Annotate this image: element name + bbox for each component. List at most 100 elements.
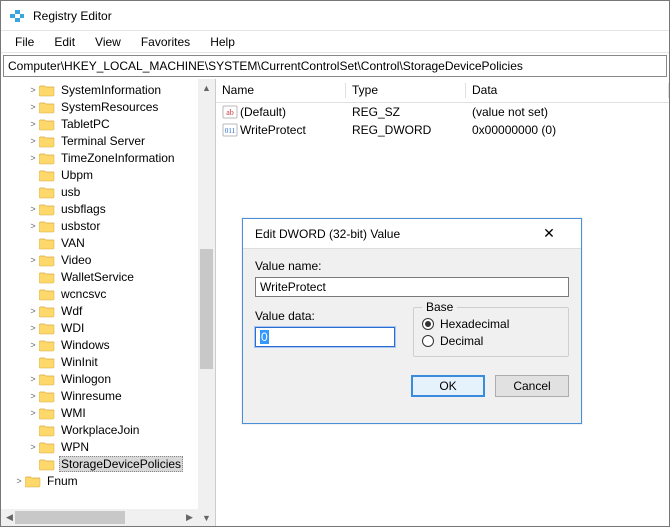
expander-icon[interactable]: > <box>27 153 39 163</box>
dialog-title: Edit DWORD (32-bit) Value <box>255 227 400 241</box>
menu-help[interactable]: Help <box>200 33 245 51</box>
column-header-data[interactable]: Data <box>466 79 669 102</box>
tree-item[interactable]: WalletService <box>3 268 215 285</box>
ok-button[interactable]: OK <box>411 375 485 397</box>
scrollbar-thumb-h[interactable] <box>15 511 125 524</box>
svg-text:ab: ab <box>226 108 234 117</box>
tree-item-label: SystemResources <box>59 100 160 114</box>
tree-item[interactable]: WorkplaceJoin <box>3 421 215 438</box>
tree-item[interactable]: WinInit <box>3 353 215 370</box>
valuedata-input[interactable]: 0 <box>255 327 395 347</box>
cancel-button[interactable]: Cancel <box>495 375 569 397</box>
menubar: File Edit View Favorites Help <box>1 31 669 53</box>
radio-decimal[interactable]: Decimal <box>422 334 560 348</box>
menu-favorites[interactable]: Favorites <box>131 33 200 51</box>
tree-item-label: WorkplaceJoin <box>59 423 141 437</box>
valuename-input[interactable]: WriteProtect <box>255 277 569 297</box>
tree-item-label: TabletPC <box>59 117 112 131</box>
expander-icon[interactable]: > <box>27 340 39 350</box>
dialog-titlebar[interactable]: Edit DWORD (32-bit) Value ✕ <box>243 219 581 249</box>
folder-icon <box>39 185 55 199</box>
registry-editor-icon <box>9 8 25 24</box>
folder-icon <box>39 168 55 182</box>
scrollbar-arrow-down-icon[interactable]: ▼ <box>198 509 215 526</box>
folder-icon <box>25 474 41 488</box>
values-list[interactable]: ab(Default)REG_SZ(value not set)011Write… <box>216 103 669 139</box>
tree-item[interactable]: >Winlogon <box>3 370 215 387</box>
tree-item[interactable]: > TabletPC <box>3 115 215 132</box>
folder-icon <box>39 406 55 420</box>
valuedata-text: 0 <box>260 330 269 344</box>
values-header: Name Type Data <box>216 79 669 103</box>
tree-item[interactable]: > Fnum <box>3 472 215 489</box>
tree-item[interactable]: > Video <box>3 251 215 268</box>
expander-icon[interactable]: > <box>27 323 39 333</box>
tree-scrollbar-vertical[interactable]: ▲ ▼ <box>198 79 215 526</box>
folder-icon <box>39 389 55 403</box>
folder-icon <box>39 287 55 301</box>
registry-tree[interactable]: >SystemInformation>SystemResources>Table… <box>1 81 215 489</box>
folder-icon <box>39 423 55 437</box>
expander-icon[interactable]: > <box>13 476 25 486</box>
radio-hexadecimal[interactable]: Hexadecimal <box>422 317 560 331</box>
menu-edit[interactable]: Edit <box>44 33 85 51</box>
expander-icon[interactable]: > <box>27 306 39 316</box>
expander-icon[interactable]: > <box>27 374 39 384</box>
tree-item[interactable]: usb <box>3 183 215 200</box>
valuedata-label: Value data: <box>255 309 395 323</box>
tree-item[interactable]: >SystemInformation <box>3 81 215 98</box>
column-header-type[interactable]: Type <box>346 79 466 102</box>
expander-icon[interactable]: > <box>27 102 39 112</box>
expander-icon[interactable]: > <box>27 204 39 214</box>
window-title: Registry Editor <box>33 9 112 23</box>
value-row[interactable]: ab(Default)REG_SZ(value not set) <box>216 103 669 121</box>
value-row[interactable]: 011WriteProtectREG_DWORD0x00000000 (0) <box>216 121 669 139</box>
tree-item[interactable]: VAN <box>3 234 215 251</box>
tree-item[interactable]: > usbstor <box>3 217 215 234</box>
tree-item-label: Video <box>59 253 93 267</box>
dialog-close-button[interactable]: ✕ <box>529 225 569 242</box>
menu-file[interactable]: File <box>5 33 44 51</box>
folder-icon <box>39 151 55 165</box>
scrollbar-arrow-up-icon[interactable]: ▲ <box>198 79 215 96</box>
close-icon: ✕ <box>543 225 555 241</box>
value-name-cell: 011WriteProtect <box>218 122 348 138</box>
address-bar[interactable]: Computer\HKEY_LOCAL_MACHINE\SYSTEM\Curre… <box>3 55 667 77</box>
tree-item[interactable]: >usbflags <box>3 200 215 217</box>
tree-scrollbar-horizontal[interactable]: ◀ ▶ <box>1 509 198 526</box>
dialog-buttons: OK Cancel <box>255 375 569 397</box>
expander-icon[interactable]: > <box>27 85 39 95</box>
column-header-name[interactable]: Name <box>216 79 346 102</box>
tree-item[interactable]: > WMI <box>3 404 215 421</box>
tree-item[interactable]: >Windows <box>3 336 215 353</box>
value-type: REG_DWORD <box>348 123 468 137</box>
tree-item[interactable]: >TimeZoneInformation <box>3 149 215 166</box>
expander-icon[interactable]: > <box>27 442 39 452</box>
tree-item-label: Fnum <box>45 474 80 488</box>
scrollbar-arrow-right-icon[interactable]: ▶ <box>181 509 198 526</box>
folder-icon <box>39 372 55 386</box>
tree-item-label: usbstor <box>59 219 102 233</box>
tree-item[interactable]: >Terminal Server <box>3 132 215 149</box>
scrollbar-thumb[interactable] <box>200 249 213 369</box>
expander-icon[interactable]: > <box>27 391 39 401</box>
expander-icon[interactable]: > <box>27 119 39 129</box>
expander-icon[interactable]: > <box>27 255 39 265</box>
base-groupbox: Base Hexadecimal Decimal <box>413 307 569 357</box>
expander-icon[interactable]: > <box>27 221 39 231</box>
folder-icon <box>39 219 55 233</box>
tree-item[interactable]: Ubpm <box>3 166 215 183</box>
radio-dec-label: Decimal <box>440 334 483 348</box>
expander-icon[interactable]: > <box>27 408 39 418</box>
tree-item-label: WMI <box>59 406 88 420</box>
tree-item[interactable]: wcncsvc <box>3 285 215 302</box>
menu-view[interactable]: View <box>85 33 131 51</box>
tree-item[interactable]: >WDI <box>3 319 215 336</box>
value-name: WriteProtect <box>240 123 306 137</box>
tree-item[interactable]: > SystemResources <box>3 98 215 115</box>
tree-item[interactable]: >WPN <box>3 438 215 455</box>
tree-item[interactable]: >Wdf <box>3 302 215 319</box>
tree-item[interactable]: >Winresume <box>3 387 215 404</box>
expander-icon[interactable]: > <box>27 136 39 146</box>
tree-item[interactable]: StorageDevicePolicies <box>3 455 215 472</box>
